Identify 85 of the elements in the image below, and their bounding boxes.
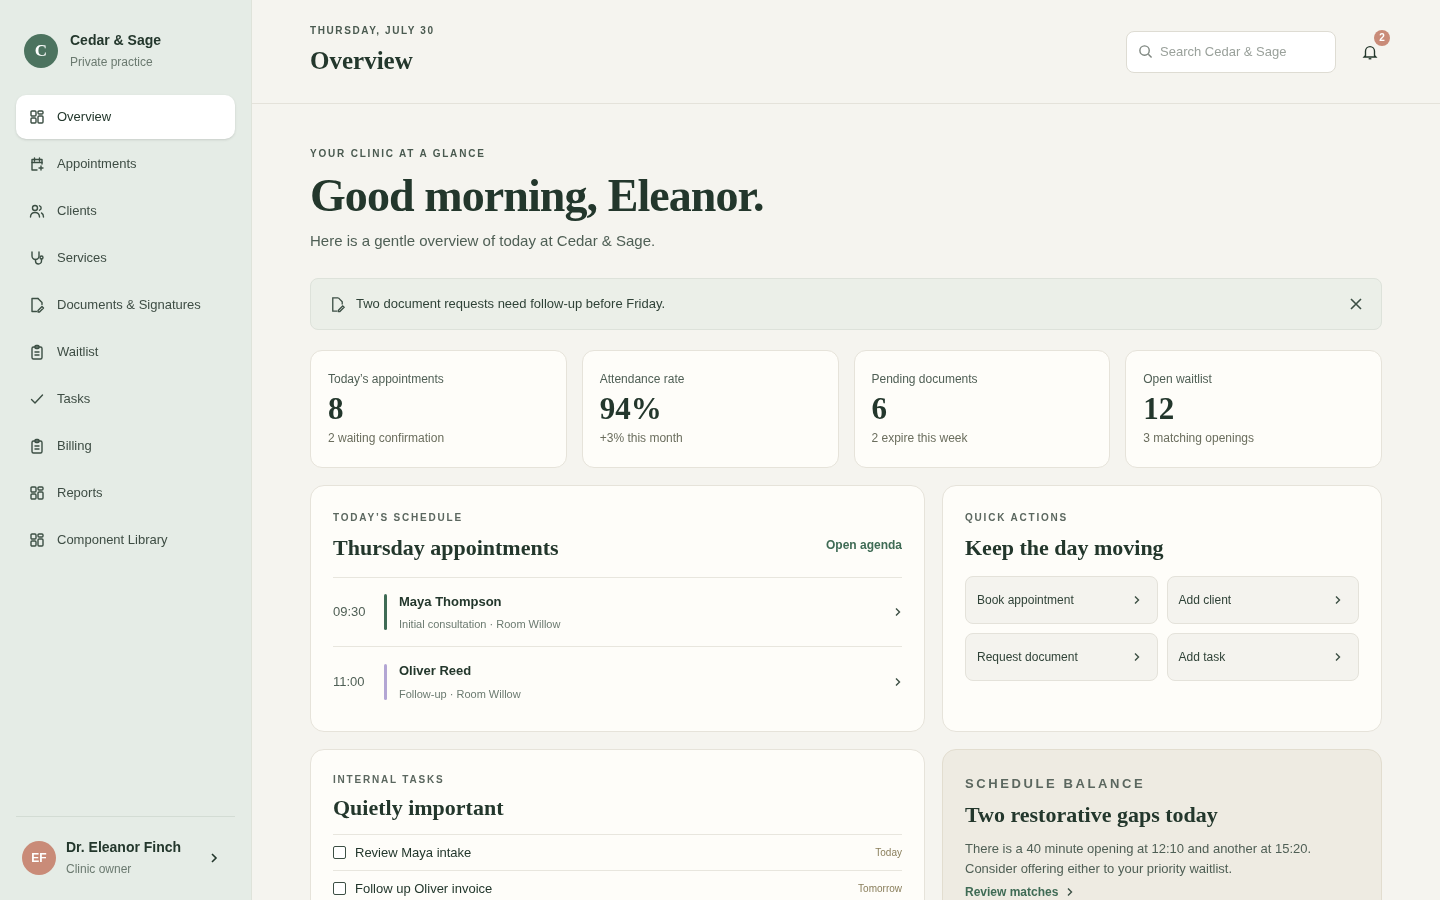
nav-item[interactable]: Clients bbox=[16, 189, 235, 233]
grid-icon bbox=[29, 485, 45, 501]
users-icon bbox=[29, 203, 45, 219]
appointment-row[interactable]: 09:30 Maya Thompson Initial consultation · Room Willow bbox=[333, 578, 902, 648]
open-agenda-link[interactable]: Open agenda bbox=[826, 536, 902, 555]
stat-value: 8 bbox=[328, 390, 345, 428]
calendar-plus-icon bbox=[29, 156, 45, 172]
card-eyebrow: TODAY’S SCHEDULE bbox=[333, 511, 464, 526]
client-name: Maya Thompson bbox=[399, 592, 503, 611]
card-title: Keep the day moving bbox=[965, 534, 1165, 563]
balance-text: There is a 40 minute opening at 12:10 and another at 15:20. Consider offering either to your priority waitlist. bbox=[965, 839, 1313, 878]
stat-label: Pending documents bbox=[871, 371, 979, 389]
stat-note: 2 expire this week bbox=[871, 430, 969, 448]
review-matches-link[interactable]: Review matches bbox=[965, 882, 1075, 900]
quick-action-button[interactable]: Request document bbox=[965, 633, 1158, 682]
date-label: THURSDAY, JULY 30 bbox=[310, 24, 435, 39]
due-label: Today bbox=[875, 846, 902, 861]
chevron-right-icon bbox=[1334, 595, 1342, 606]
nav-item[interactable]: Billing bbox=[16, 424, 235, 468]
appointment-row[interactable]: 11:00 Oliver Reed Follow-up · Room Willow bbox=[333, 647, 902, 717]
nav-item[interactable]: Documents & Signatures bbox=[16, 283, 235, 327]
nav-item[interactable]: Waitlist bbox=[16, 330, 235, 374]
task-label: Follow up Oliver invoice bbox=[355, 879, 494, 898]
logo-avatar: C bbox=[24, 33, 58, 68]
due-label: Tomorrow bbox=[858, 882, 902, 897]
clipboard-icon bbox=[29, 438, 45, 454]
notification-badge: 2 bbox=[1374, 29, 1390, 46]
chevron-right-icon bbox=[894, 607, 902, 618]
stat-value: 94% bbox=[599, 390, 663, 428]
nav-item[interactable]: Appointments bbox=[16, 142, 235, 186]
task-label: Review Maya intake bbox=[355, 843, 473, 862]
appointment-detail: Initial consultation · Room Willow bbox=[399, 617, 562, 633]
nav-item[interactable]: Component Library bbox=[16, 518, 235, 562]
greeting-title: Good morning, Eleanor. bbox=[310, 171, 765, 222]
chevron-right-icon bbox=[1132, 652, 1141, 663]
chevron-right-icon[interactable] bbox=[209, 851, 219, 864]
user-role: Clinic owner bbox=[66, 861, 133, 878]
brand-name: Cedar & Sage bbox=[70, 31, 162, 50]
card-title: Thursday appointments bbox=[333, 534, 559, 563]
chevron-right-icon bbox=[1334, 652, 1342, 663]
page-title: Overview bbox=[310, 46, 414, 77]
card-eyebrow: INTERNAL TASKS bbox=[333, 773, 446, 788]
stat-note: 3 matching openings bbox=[1143, 430, 1255, 448]
client-name: Oliver Reed bbox=[399, 662, 473, 681]
nav-item[interactable]: Services bbox=[16, 236, 235, 280]
quick-action-button[interactable]: Add task bbox=[1166, 633, 1359, 682]
document-edit-icon bbox=[329, 295, 346, 313]
stat-label: Today’s appointments bbox=[328, 371, 445, 389]
appointment-time: 09:30 bbox=[333, 603, 367, 622]
chevron-right-icon bbox=[1132, 595, 1141, 606]
nav-item[interactable]: Overview bbox=[16, 95, 235, 139]
stat-value: 12 bbox=[1143, 390, 1176, 428]
quick-action-button[interactable]: Book appointment bbox=[965, 576, 1158, 625]
stat-note: 2 waiting confirmation bbox=[328, 430, 446, 448]
stethoscope-icon bbox=[29, 250, 45, 266]
grid-icon bbox=[29, 532, 45, 548]
grid-icon bbox=[29, 109, 45, 125]
card-title: Quietly important bbox=[333, 791, 902, 836]
nav-item[interactable]: Reports bbox=[16, 471, 235, 515]
stat-note: +3% this month bbox=[599, 430, 684, 448]
search-field[interactable]: Search Cedar & Sage bbox=[1126, 30, 1336, 73]
appointment-time: 11:00 bbox=[333, 672, 366, 691]
close-icon[interactable] bbox=[1349, 297, 1363, 312]
nav-item[interactable]: Tasks bbox=[16, 377, 235, 421]
quick-action-button[interactable]: Add client bbox=[1166, 576, 1359, 625]
task-checkbox[interactable] bbox=[333, 846, 346, 860]
user-avatar: EF bbox=[22, 840, 56, 875]
greeting-subtitle: Here is a gentle overview of today at Cedar & Sage. bbox=[310, 230, 657, 251]
task-checkbox[interactable] bbox=[333, 882, 346, 896]
stat-label: Attendance rate bbox=[599, 371, 686, 389]
card-title: Two restorative gaps today bbox=[965, 800, 1219, 829]
stat-value: 6 bbox=[871, 390, 888, 428]
clipboard-icon bbox=[29, 344, 45, 360]
brand-subtitle: Private practice bbox=[70, 54, 154, 71]
alert-text: Two document requests need follow-up before Friday. bbox=[356, 295, 667, 314]
chevron-right-icon bbox=[894, 676, 902, 687]
chevron-right-icon bbox=[1066, 886, 1075, 897]
card-eyebrow: SCHEDULE BALANCE bbox=[965, 775, 1147, 794]
search-icon bbox=[1138, 43, 1153, 59]
card-eyebrow: QUICK ACTIONS bbox=[965, 511, 1070, 526]
section-eyebrow: YOUR CLINIC AT A GLANCE bbox=[310, 147, 487, 161]
stat-label: Open waitlist bbox=[1143, 371, 1213, 389]
document-edit-icon bbox=[29, 297, 45, 313]
user-name: Dr. Eleanor Finch bbox=[66, 838, 183, 857]
appointment-detail: Follow-up · Room Willow bbox=[399, 686, 522, 702]
